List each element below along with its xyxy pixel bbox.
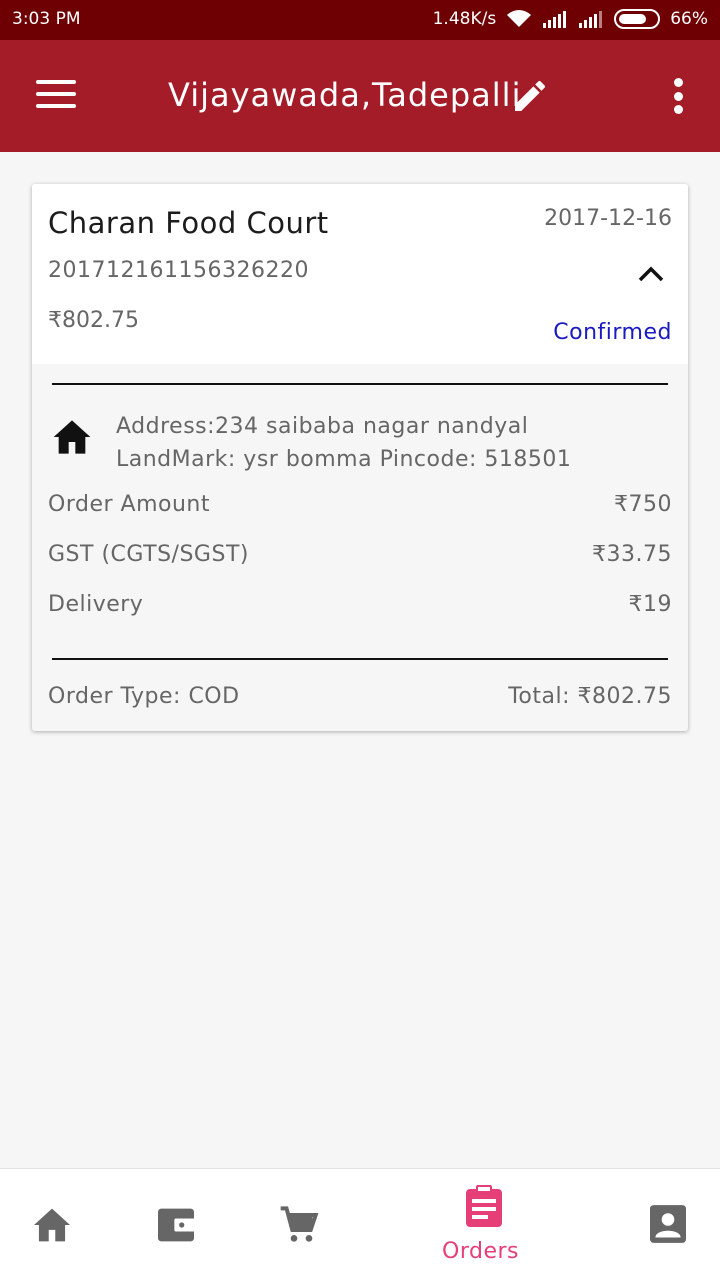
status-right: 1.48K/s 66% <box>433 9 708 29</box>
delivery-address: Address:234 saibaba nagar nandyal LandMa… <box>116 410 571 476</box>
order-id: 201712161156326220 <box>48 258 309 283</box>
app-bar: Vijayawada,Tadepalli <box>0 40 720 152</box>
delivery-value: ₹19 <box>628 592 672 617</box>
signal-icon <box>543 11 567 28</box>
footer-row: Order Type: COD Total: ₹802.75 <box>48 684 672 709</box>
account-icon[interactable] <box>650 1205 686 1243</box>
wallet-icon[interactable] <box>156 1207 196 1243</box>
divider <box>52 658 668 660</box>
home-icon <box>53 420 91 454</box>
store-name: Charan Food Court <box>48 206 329 240</box>
order-amount-row: Order Amount ₹750 <box>48 492 672 517</box>
battery-icon <box>614 9 661 29</box>
chevron-up-icon[interactable] <box>636 262 666 284</box>
wifi-icon <box>507 10 532 27</box>
delivery-row: Delivery ₹19 <box>48 592 672 617</box>
divider <box>52 383 668 385</box>
address-line: Address:234 saibaba nagar nandyal <box>116 414 529 439</box>
order-amount-label: Order Amount <box>48 492 210 517</box>
orders-icon[interactable] <box>464 1183 504 1227</box>
gst-label: GST (CGTS/SGST) <box>48 542 249 567</box>
status-badge: Confirmed <box>553 320 672 345</box>
signal-icon-2 <box>579 11 603 28</box>
order-summary: Charan Food Court 2017-12-16 20171216115… <box>32 184 688 364</box>
delivery-label: Delivery <box>48 592 144 617</box>
cart-icon[interactable] <box>278 1205 320 1245</box>
orders-tab-label[interactable]: Orders <box>442 1239 519 1264</box>
landmark-line: LandMark: ysr bomma Pincode: 518501 <box>116 447 572 472</box>
menu-icon[interactable] <box>36 80 76 110</box>
edit-pencil-icon[interactable] <box>510 76 550 116</box>
order-date: 2017-12-16 <box>544 206 672 231</box>
gst-value: ₹33.75 <box>592 542 672 567</box>
order-total: Total: ₹802.75 <box>508 684 672 709</box>
order-amount: ₹802.75 <box>48 308 139 333</box>
order-card[interactable]: Charan Food Court 2017-12-16 20171216115… <box>32 184 688 731</box>
status-bar: 3:03 PM 1.48K/s 66% <box>0 0 720 40</box>
home-icon[interactable] <box>32 1207 72 1243</box>
order-type: Order Type: COD <box>48 684 240 709</box>
gst-row: GST (CGTS/SGST) ₹33.75 <box>48 542 672 567</box>
location-title: Vijayawada,Tadepalli <box>168 76 522 114</box>
network-speed: 1.48K/s <box>432 9 497 29</box>
battery-level: 66% <box>670 9 708 29</box>
bottom-navigation: Orders <box>0 1168 720 1280</box>
more-vert-icon[interactable] <box>674 78 684 114</box>
order-amount-value: ₹750 <box>614 492 672 517</box>
status-time: 3:03 PM <box>12 9 81 29</box>
